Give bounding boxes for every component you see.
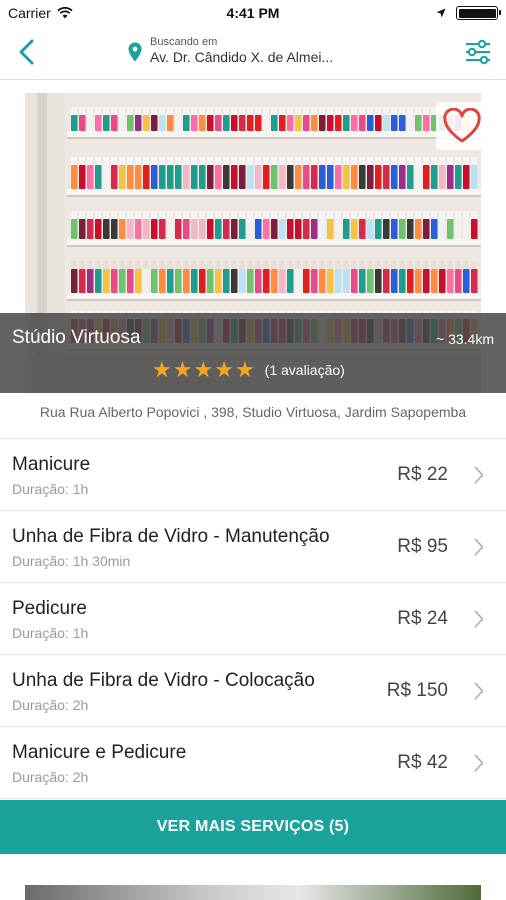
chevron-right-icon (474, 754, 484, 772)
chevron-right-icon (474, 466, 484, 484)
location-label: Buscando em (150, 36, 218, 48)
heart-icon (443, 108, 481, 143)
service-price: R$ 42 (397, 752, 448, 773)
chevron-right-icon (474, 682, 484, 700)
see-more-services-button[interactable]: VER MAIS SERVIÇOS (5) (0, 800, 506, 854)
star-icon: ★ (193, 357, 214, 382)
status-bar: Carrier 4:41 PM (0, 0, 506, 26)
filter-button[interactable] (462, 36, 494, 68)
star-icon: ★ (172, 357, 193, 382)
star-icon: ★ (234, 357, 255, 382)
service-price: R$ 24 (397, 608, 448, 629)
favorite-button[interactable] (436, 102, 488, 150)
service-name: Manicure (12, 454, 91, 475)
service-row[interactable]: Manicure e Pedicure Duração: 2h R$ 42 (0, 727, 506, 799)
service-duration: Duração: 2h (12, 769, 89, 785)
status-right (436, 6, 501, 20)
service-name: Manicure e Pedicure (12, 742, 187, 763)
chevron-right-icon (474, 538, 484, 556)
service-duration: Duração: 1h (12, 481, 89, 497)
location-value: Av. Dr. Cândido X. de Almei... (150, 49, 334, 66)
service-name: Unha de Fibra de Vidro - Manutenção (12, 526, 330, 547)
service-duration: Duração: 1h 30min (12, 553, 131, 569)
back-button[interactable] (8, 34, 44, 70)
location-arrow-icon (436, 8, 446, 18)
service-row[interactable]: Manicure Duração: 1h R$ 22 (0, 439, 506, 511)
nav-bar: Buscando em Av. Dr. Cândido X. de Almei.… (0, 26, 506, 80)
service-price: R$ 95 (397, 536, 448, 557)
service-row[interactable]: Unha de Fibra de Vidro - Manutenção Dura… (0, 511, 506, 583)
service-name: Unha de Fibra de Vidro - Colocação (12, 670, 315, 691)
salon-address: Rua Rua Alberto Popovici , 398, Studio V… (39, 404, 467, 420)
location-texts: Buscando em Av. Dr. Cândido X. de Almei.… (150, 36, 360, 66)
service-row[interactable]: Unha de Fibra de Vidro - Colocação Duraç… (0, 655, 506, 727)
service-list: Manicure Duração: 1h R$ 22 Unha de Fibra… (0, 439, 506, 799)
chevron-right-icon (474, 610, 484, 628)
map-pin-icon (128, 42, 142, 62)
rating-row[interactable]: ★ ★ ★ ★ ★ (1 avaliação) (152, 359, 345, 381)
star-icon: ★ (152, 357, 172, 382)
salon-info-overlay: Stúdio Virtuosa ~ 33.4km ★ ★ ★ ★ ★ (1 avalia… (0, 313, 506, 393)
chevron-left-icon (19, 39, 34, 65)
next-salon-photo (25, 885, 481, 900)
star-icon: ★ (214, 357, 234, 382)
service-price: R$ 150 (386, 680, 448, 701)
battery-icon (456, 6, 501, 20)
sliders-icon (466, 39, 490, 65)
service-price: R$ 22 (397, 464, 448, 485)
rating-stars: ★ ★ ★ ★ ★ (152, 359, 255, 381)
reviews-count: (1 avaliação) (264, 362, 345, 378)
service-duration: Duração: 2h (12, 697, 89, 713)
salon-distance: ~ 33.4km (436, 331, 494, 347)
location-selector[interactable]: Buscando em Av. Dr. Cândido X. de Almei.… (128, 36, 368, 66)
salon-name: Stúdio Virtuosa (12, 327, 141, 348)
service-name: Pedicure (12, 598, 87, 619)
status-time: 4:41 PM (226, 5, 280, 21)
service-row[interactable]: Pedicure Duração: 1h R$ 24 (0, 583, 506, 655)
service-duration: Duração: 1h (12, 625, 89, 641)
